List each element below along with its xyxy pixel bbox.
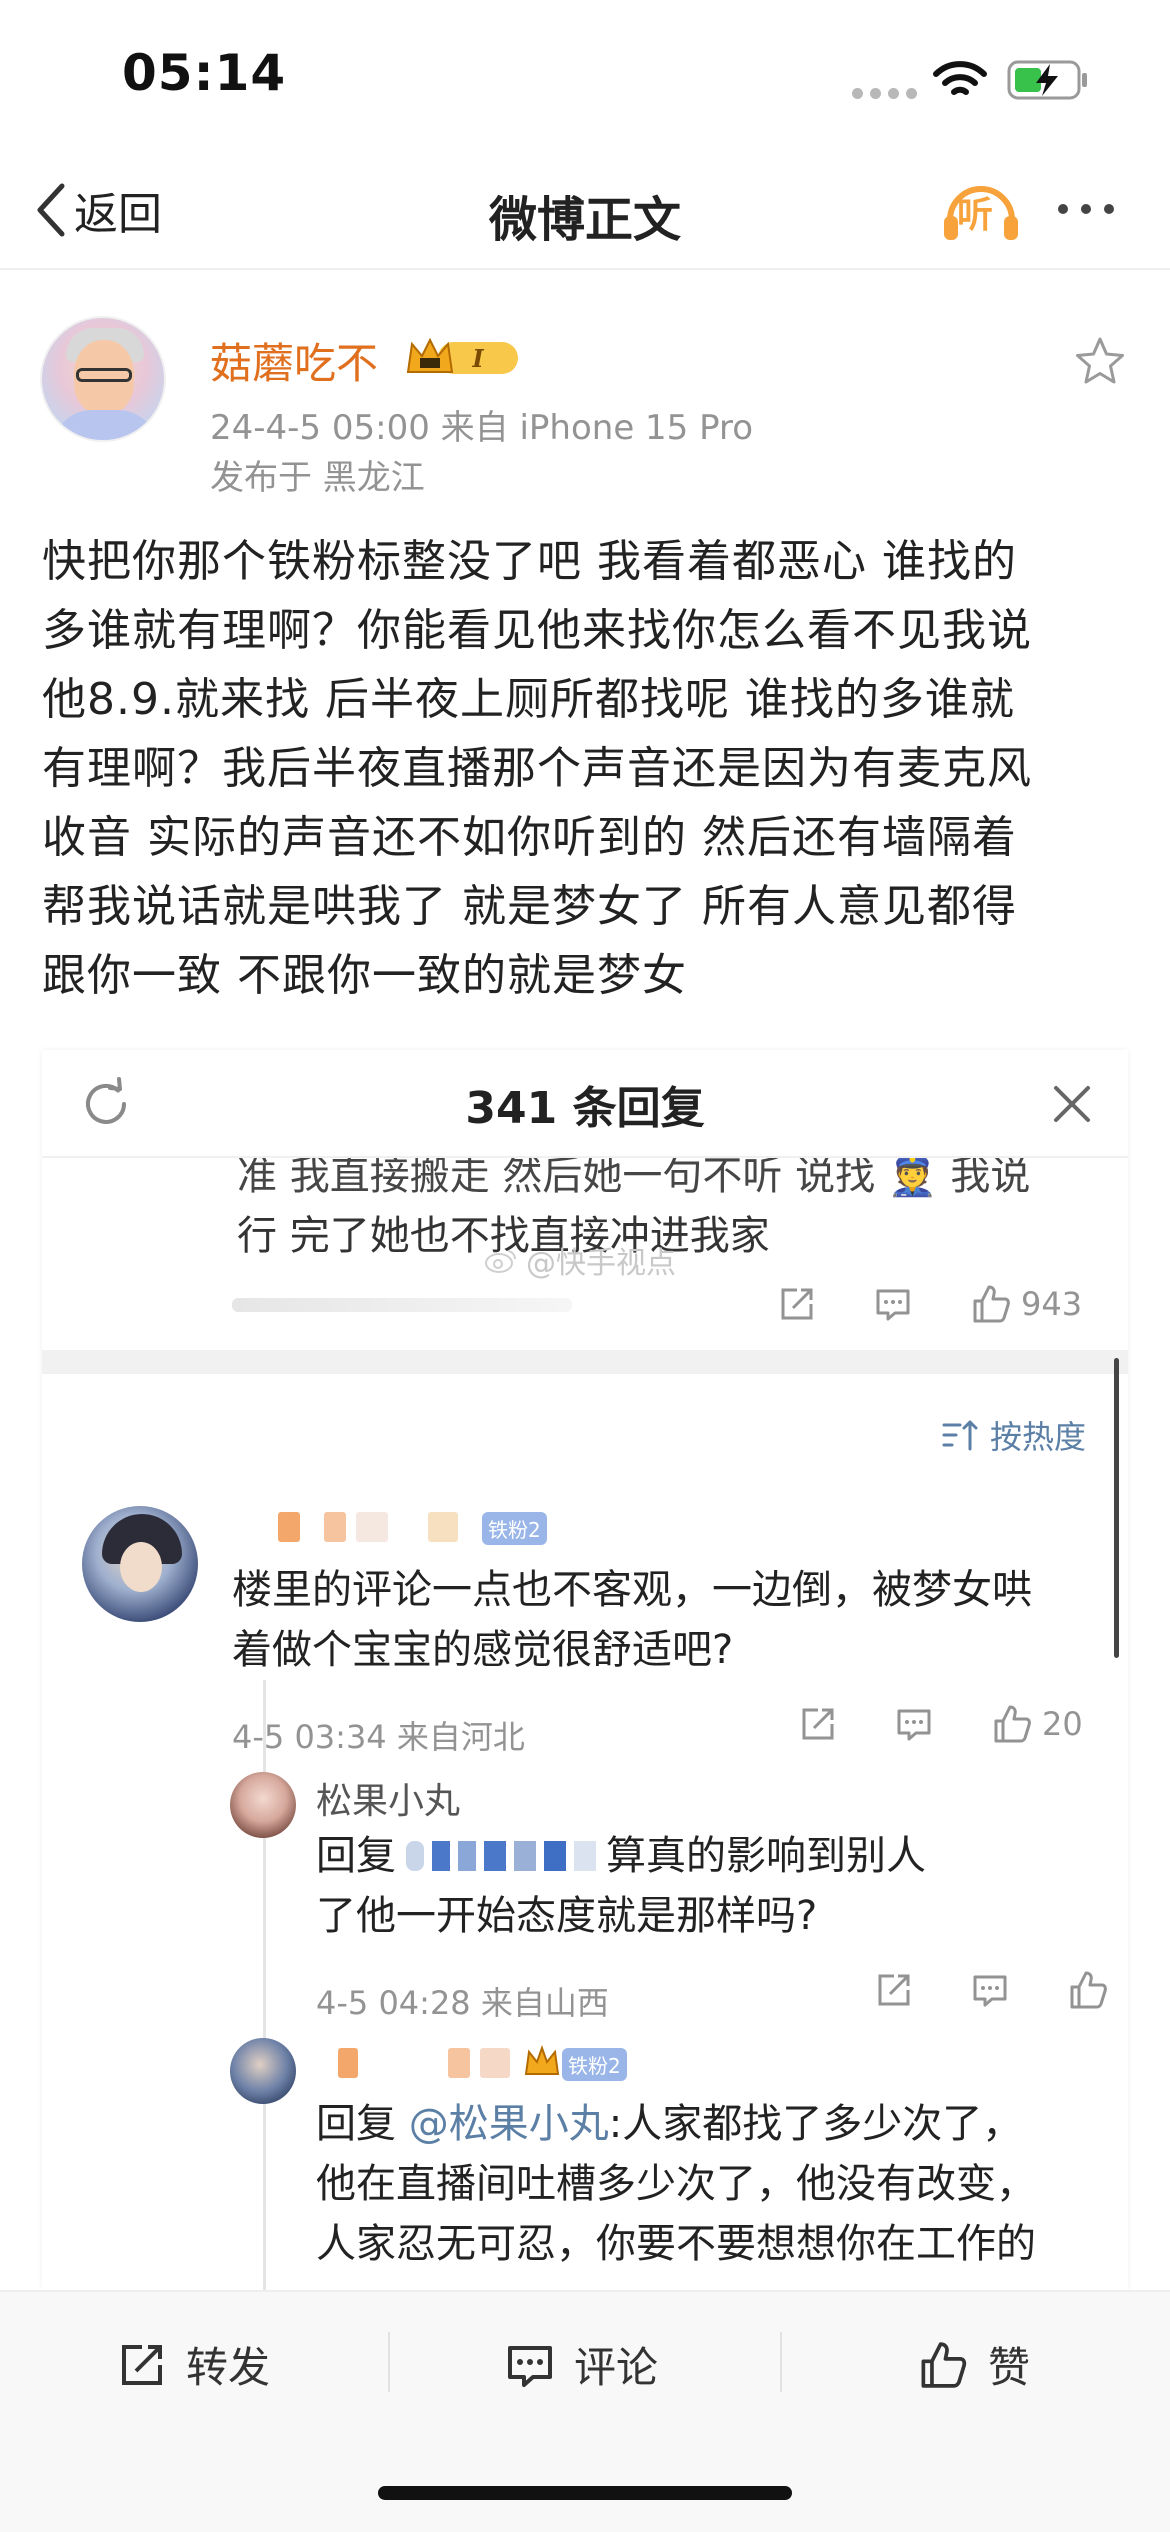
section-divider [42, 1350, 1128, 1374]
repost-icon [122, 2344, 162, 2385]
vip-crown-badge-icon: I [406, 337, 518, 374]
comment-text: 回复 算真的影响到别人 了他一开始态度就是那样吗? [316, 1826, 1106, 1946]
close-icon[interactable] [1044, 1076, 1100, 1132]
post-body-line: 有理啊？我后半夜直播那个声音还是因为有麦克风 [42, 743, 1032, 794]
sort-by-hot-button[interactable]: 按热度 [940, 1412, 1086, 1458]
author-name[interactable]: 菇蘑吃不 [210, 330, 378, 391]
comment-meta: 4-5 04:28 来自山西 [316, 1984, 609, 2022]
watermark: @快手视点 [484, 1238, 676, 1282]
post-body-line: 跟你一致 不跟你一致的就是梦女 [42, 950, 687, 1001]
reply-panel: 准 我直接搬走 然后她一句不听 说找 👮 我说 行 完了她也不找直接冲进我家 @… [42, 1050, 1128, 2290]
comment-line: 人家忍无可忍，你要不要想想你在工作的 [316, 2221, 1036, 2267]
like-icon[interactable] [990, 1702, 1034, 1746]
comment-actions: 20 [798, 1702, 1083, 1746]
blurred-username [338, 2048, 510, 2078]
navigation-bar: 返回 微博正文 听 [0, 150, 1170, 270]
battery-charging-icon [1007, 60, 1087, 100]
post-body-line: 快把你那个铁粉标整没了吧 我看着都恶心 谁找的 [42, 536, 1017, 587]
comment-button[interactable]: 评论 [504, 2334, 658, 2395]
weibo-logo-icon [485, 1250, 517, 1273]
repost-button[interactable]: 转发 [116, 2334, 270, 2395]
repost-icon[interactable] [874, 1970, 914, 2010]
commenter-avatar[interactable] [82, 1506, 198, 1622]
more-options-button[interactable] [1058, 204, 1114, 214]
divider [388, 2332, 390, 2392]
post-body-line: 帮我说话就是哄我了 就是梦女了 所有人意见都得 [42, 881, 1017, 932]
status-time: 05:14 [122, 44, 287, 102]
comment-line: 了他一开始态度就是那样吗? [316, 1893, 818, 1939]
post-body-line: 他8.9.就来找 后半夜上厕所都找呢 谁找的多谁就 [42, 674, 1015, 725]
like-label: 赞 [988, 2343, 1031, 2392]
commenter-avatar[interactable] [230, 1772, 296, 1838]
repost-label: 转发 [186, 2343, 271, 2392]
mention-link[interactable]: @松果小丸 [409, 2101, 609, 2147]
comment-line: 楼里的评论一点也不客观，一边倒，被梦女哄 [232, 1567, 1032, 1613]
comment-icon[interactable] [873, 1284, 913, 1324]
comment-actions [874, 1968, 1110, 2012]
commenter-name[interactable]: 松果小丸 [316, 1772, 460, 1824]
reply-count-title: 341 条回复 [465, 1083, 705, 1134]
wifi-icon [933, 61, 987, 95]
like-icon[interactable] [969, 1282, 1013, 1326]
reply-prefix: 回复 [316, 1833, 396, 1879]
blurred-username [278, 1512, 458, 1542]
listen-label: 听 [957, 195, 994, 236]
repost-icon[interactable] [798, 1704, 838, 1744]
fan-level-badge: 铁粉2 [562, 2048, 627, 2081]
fan-level-badge: 铁粉2 [482, 1512, 547, 1545]
post-body: 快把你那个铁粉标整没了吧 我看着都恶心 谁找的 多谁就有理啊？你能看见他来找你怎… [42, 527, 1132, 1010]
like-icon[interactable] [1066, 1968, 1110, 2012]
repost-icon[interactable] [777, 1284, 817, 1324]
comment-text: 楼里的评论一点也不客观，一边倒，被梦女哄 着做个宝宝的感觉很舒适吧? [232, 1560, 1112, 1680]
comment-label: 评论 [574, 2343, 659, 2392]
blurred-meta [232, 1298, 572, 1312]
favorite-star-icon[interactable] [1072, 334, 1128, 390]
comment-line: 回复 算真的影响到别人 [316, 1826, 1106, 1886]
like-button[interactable]: 赞 [916, 2334, 1030, 2395]
like-icon [921, 2341, 967, 2388]
svg-text:I: I [471, 344, 484, 373]
status-bar: 05:14 [0, 0, 1170, 150]
reply-prefix: 回复 [316, 2101, 396, 2147]
comment-text: 回复 @松果小丸:人家都找了多少次了， 他在直播间吐槽多少次了，他没有改变， 人… [316, 2094, 1106, 2274]
commenter-avatar[interactable] [230, 2038, 296, 2104]
sort-icon [942, 1420, 978, 1451]
crown-icon [524, 2045, 560, 2075]
like-count: 20 [1042, 1705, 1083, 1743]
previous-reply-actions: 943 [777, 1282, 1082, 1326]
cellular-signal-icon [852, 88, 917, 99]
divider [780, 2332, 782, 2392]
scrollbar[interactable] [1114, 1358, 1119, 1658]
author-avatar[interactable] [40, 316, 166, 442]
comment-icon[interactable] [894, 1704, 934, 1744]
comment-line: 着做个宝宝的感觉很舒适吧? [232, 1627, 734, 1673]
comment-meta: 4-5 03:34 来自河北 [232, 1718, 525, 1756]
comment-line: 回复 @松果小丸:人家都找了多少次了， [316, 2094, 1106, 2154]
listen-button[interactable]: 听 [940, 172, 1022, 248]
home-indicator [378, 2486, 792, 2500]
comment-line: 他在直播间吐槽多少次了，他没有改变， [316, 2161, 1036, 2207]
post-location: 发布于 黑龙江 [210, 458, 425, 498]
comment-text-part: :人家都找了多少次了， [608, 2101, 1023, 2147]
comment-icon[interactable] [970, 1970, 1010, 2010]
post-body-line: 多谁就有理啊？你能看见他来找你怎么看不见我说 [42, 605, 1032, 656]
post-timestamp-source: 24-4-5 05:00 来自 iPhone 15 Pro [210, 408, 754, 448]
blurred-mention [406, 1841, 596, 1871]
watermark-text: @快手视点 [526, 1246, 676, 1281]
reply-panel-header: 341 条回复 [42, 1050, 1128, 1158]
post-body-line: 收音 实际的声音还不如你听到的 然后还有墙隔着 [42, 812, 1017, 863]
comment-icon [508, 2345, 552, 2387]
comment-text-part: 算真的影响到别人 [606, 1833, 926, 1879]
sort-label: 按热度 [990, 1418, 1087, 1456]
like-count: 943 [1021, 1285, 1083, 1323]
